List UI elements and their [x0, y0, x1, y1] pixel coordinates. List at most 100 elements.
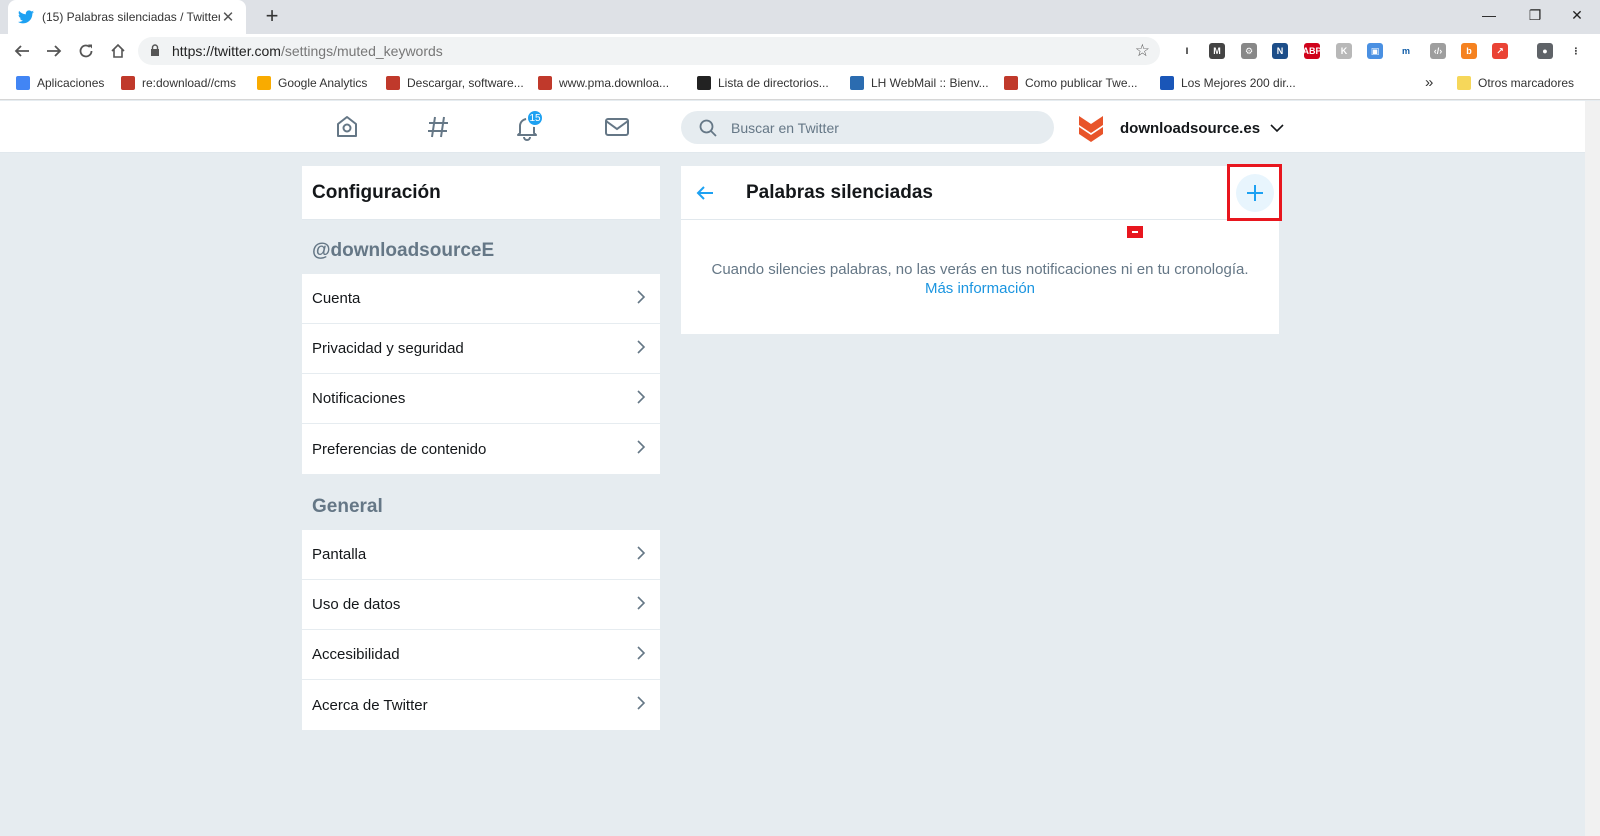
share-icon[interactable]: ↗	[1492, 43, 1508, 59]
new-tab-button[interactable]: +	[260, 5, 284, 29]
folder-icon	[1457, 76, 1471, 90]
chevron-right-icon	[637, 595, 646, 614]
page-scrollbar[interactable]	[1585, 101, 1600, 836]
empty-message-text: Cuando silencies palabras, no las verás …	[711, 261, 1249, 278]
k-extension-icon[interactable]: K	[1336, 43, 1352, 59]
close-window-button[interactable]: ✕	[1554, 0, 1600, 30]
search-placeholder: Buscar en Twitter	[731, 119, 839, 136]
bookmark-item[interactable]: Descargar, software...	[386, 76, 524, 90]
account-name: downloadsource.es	[1120, 119, 1261, 137]
account-switcher[interactable]: downloadsource.es	[1076, 113, 1284, 143]
settings-item-label: Accesibilidad	[312, 646, 400, 663]
code-icon[interactable]: ‹/›	[1430, 43, 1446, 59]
settings-item-label: Preferencias de contenido	[312, 440, 487, 458]
settings-item-notificaciones[interactable]: Notificaciones	[302, 374, 660, 424]
bookmark-item[interactable]: re:download//cms	[121, 76, 236, 90]
settings-item-label: Pantalla	[312, 546, 367, 563]
twitter-top-nav: 15 Buscar en Twitter downloadsource.es	[0, 101, 1585, 153]
tab-title: (15) Palabras silenciadas / Twitter	[42, 10, 220, 24]
bitly-icon[interactable]: b	[1461, 43, 1477, 59]
bookmark-label: Lista de directorios...	[718, 76, 829, 90]
settings-item-preferencias[interactable]: Preferencias de contenido	[302, 424, 660, 474]
restore-button[interactable]: ❐	[1512, 0, 1558, 30]
plus-icon	[1246, 184, 1263, 201]
bookmark-favicon-icon	[850, 76, 864, 90]
muted-words-panel: Palabras silenciadas Cuando silencies pa…	[681, 164, 1282, 334]
other-bookmarks[interactable]: Otros marcadores	[1457, 76, 1574, 90]
account-settings-list: Cuenta Privacidad y seguridad Notificaci…	[302, 274, 660, 474]
bookmark-item[interactable]: Como publicar Twe...	[1004, 76, 1138, 90]
home-icon[interactable]	[333, 113, 361, 141]
url-path: /settings/muted_keywords	[280, 43, 443, 59]
chevron-right-icon	[637, 696, 646, 714]
add-muted-word-button[interactable]	[1235, 173, 1274, 212]
forward-arrow-icon[interactable]	[42, 39, 66, 63]
settings-item-uso-de-datos[interactable]: Uso de datos	[302, 580, 660, 630]
search-icon	[699, 119, 717, 137]
chevron-right-icon	[637, 389, 646, 408]
settings-item-acerca-de[interactable]: Acerca de Twitter	[302, 680, 660, 730]
settings-item-label: Privacidad y seguridad	[312, 340, 464, 357]
bookmarks-bar: Aplicaciones re:download//cms Google Analy…	[0, 68, 1600, 100]
settings-gear-icon[interactable]: ⚙	[1241, 43, 1257, 59]
bookmark-item[interactable]: www.pma.downloa...	[538, 76, 669, 90]
twitter-bird-icon	[18, 9, 34, 25]
settings-item-pantalla[interactable]: Pantalla	[302, 530, 660, 580]
home-icon[interactable]	[106, 39, 130, 63]
bookmark-item[interactable]: Google Analytics	[257, 76, 367, 90]
bookmark-label: Descargar, software...	[407, 76, 524, 90]
bookmark-item[interactable]: Lista de directorios...	[697, 76, 829, 90]
bookmark-favicon-icon	[697, 76, 711, 90]
adblock-icon[interactable]: ABP	[1303, 43, 1322, 59]
settings-item-accesibilidad[interactable]: Accesibilidad	[302, 630, 660, 680]
back-arrow-icon[interactable]	[10, 39, 34, 63]
bookmark-item[interactable]: Aplicaciones	[16, 76, 104, 90]
panel-header: Palabras silenciadas	[681, 164, 1282, 221]
minimize-button[interactable]: —	[1466, 0, 1512, 30]
bookmark-favicon-icon	[1004, 76, 1018, 90]
chevron-right-icon	[637, 645, 646, 664]
instapaper-icon[interactable]: I	[1179, 43, 1195, 59]
account-section-title: @downloadsourceE	[312, 240, 495, 261]
bookmark-label: Como publicar Twe...	[1025, 76, 1138, 90]
back-arrow-icon[interactable]	[693, 181, 717, 205]
bookmark-favicon-icon	[1160, 76, 1174, 90]
mega-icon[interactable]: M	[1209, 43, 1225, 59]
bookmarks-overflow-button[interactable]: »	[1425, 74, 1433, 91]
menu-icon[interactable]: ⋮	[1568, 43, 1584, 59]
settings-item-privacidad[interactable]: Privacidad y seguridad	[302, 324, 660, 374]
settings-item-label: Notificaciones	[312, 390, 406, 407]
twitter-search-input[interactable]: Buscar en Twitter	[681, 111, 1054, 144]
account-logo-icon	[1079, 116, 1103, 142]
chevron-right-icon	[637, 545, 646, 564]
bookmark-favicon-icon	[16, 76, 30, 90]
settings-title: Configuración	[302, 166, 660, 220]
other-bookmarks-label: Otros marcadores	[1478, 76, 1575, 90]
tab-close-icon[interactable]: ✕	[220, 8, 236, 26]
bookmark-favicon-icon	[538, 76, 552, 90]
movistar-icon[interactable]: m	[1398, 43, 1414, 59]
settings-sidebar: Configuración @downloadsourceE Cuenta Pr…	[302, 166, 660, 730]
address-bar[interactable]: https://twitter.com/settings/muted_keywo…	[138, 37, 1160, 65]
general-section-title: General	[312, 496, 383, 517]
bookmark-item[interactable]: Los Mejores 200 dir...	[1160, 76, 1296, 90]
news-icon[interactable]: N	[1272, 43, 1288, 59]
settings-item-cuenta[interactable]: Cuenta	[302, 274, 660, 324]
bookmark-item[interactable]: LH WebMail :: Bienv...	[850, 76, 989, 90]
profile-icon[interactable]: ●	[1537, 43, 1553, 59]
explore-hashtag-icon[interactable]	[424, 113, 452, 141]
bookmark-favicon-icon	[257, 76, 271, 90]
learn-more-link[interactable]: Más información	[925, 280, 1035, 297]
browser-tab[interactable]: (15) Palabras silenciadas / Twitter ✕	[8, 0, 246, 34]
bookmark-label: re:download//cms	[142, 76, 237, 90]
annotation-marker	[1127, 226, 1143, 238]
browser-toolbar: https://twitter.com/settings/muted_keywo…	[0, 34, 1600, 68]
browser-tab-bar: (15) Palabras silenciadas / Twitter ✕ + …	[0, 0, 1600, 34]
bookmark-star-icon[interactable]: ☆	[1135, 41, 1150, 61]
messages-envelope-icon[interactable]	[603, 113, 631, 141]
reload-icon[interactable]	[74, 39, 98, 63]
screen-capture-icon[interactable]: ▣	[1367, 43, 1383, 59]
chevron-right-icon	[637, 339, 646, 358]
highlight-box	[1227, 164, 1282, 221]
bookmark-favicon-icon	[121, 76, 135, 90]
